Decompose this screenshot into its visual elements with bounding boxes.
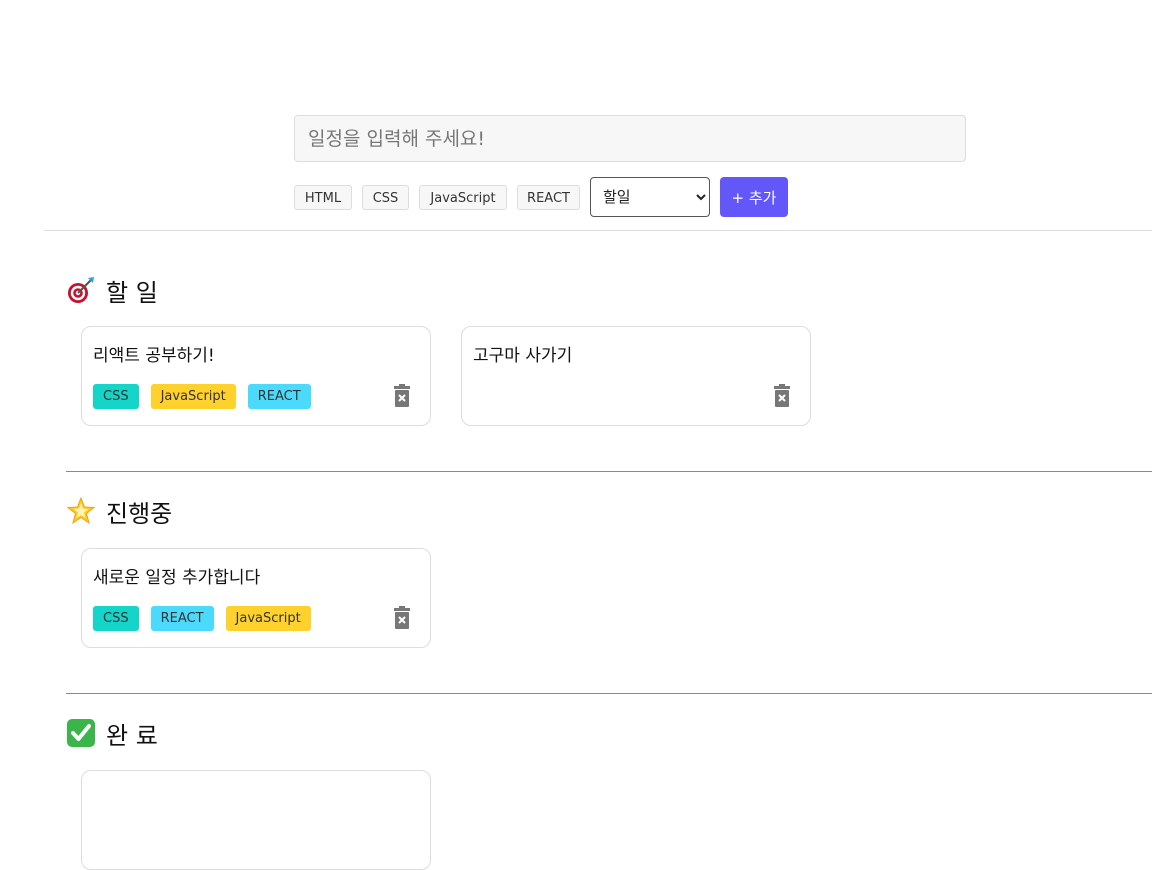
star-icon xyxy=(66,496,96,526)
add-button[interactable]: + 추가 xyxy=(720,177,788,217)
tag-react: REACT xyxy=(150,606,214,631)
tag-css: CSS xyxy=(93,384,139,409)
trash-icon xyxy=(774,384,790,407)
column-divider xyxy=(66,471,1152,472)
column-title: 완 료 xyxy=(106,721,158,750)
tag-button-html[interactable]: HTML xyxy=(294,185,352,210)
tag-button-css[interactable]: CSS xyxy=(362,185,409,210)
task-title: 리액트 공부하기! xyxy=(93,346,215,366)
status-select[interactable]: 할일 xyxy=(590,177,710,217)
delete-button[interactable] xyxy=(391,606,413,631)
tag-javascript: JavaScript xyxy=(225,606,311,631)
delete-button[interactable] xyxy=(391,384,413,409)
tag-react: REACT xyxy=(247,384,311,409)
column-title: 할 일 xyxy=(106,278,158,307)
task-card[interactable]: 고구마 사가기 xyxy=(461,326,811,426)
form-divider xyxy=(44,230,1152,231)
task-card[interactable]: 새로운 일정 추가합니다 CSS REACT JavaScript xyxy=(81,548,431,648)
task-title: 고구마 사가기 xyxy=(473,346,573,366)
trash-icon xyxy=(394,384,410,407)
task-input[interactable] xyxy=(294,115,966,162)
column-header: 완 료 xyxy=(66,706,158,760)
delete-button[interactable] xyxy=(771,384,793,409)
task-controls: HTML CSS JavaScript REACT 할일 + 추가 xyxy=(294,177,966,217)
tag-javascript: JavaScript xyxy=(150,384,236,409)
task-title: 새로운 일정 추가합니다 xyxy=(93,568,261,588)
check-icon xyxy=(66,718,96,748)
column-header: 할 일 xyxy=(66,263,158,317)
task-form: HTML CSS JavaScript REACT 할일 + 추가 xyxy=(294,115,966,217)
task-card[interactable] xyxy=(81,770,431,870)
task-tags: CSS JavaScript REACT xyxy=(93,384,311,409)
tag-css: CSS xyxy=(93,606,139,631)
target-icon xyxy=(66,275,96,305)
trash-icon xyxy=(394,606,410,629)
tag-button-react[interactable]: REACT xyxy=(517,185,580,210)
column-title: 진행중 xyxy=(106,499,173,528)
tag-button-javascript[interactable]: JavaScript xyxy=(419,185,507,210)
column-header: 진행중 xyxy=(66,484,172,538)
task-card[interactable]: 리액트 공부하기! CSS JavaScript REACT xyxy=(81,326,431,426)
task-tags: CSS REACT JavaScript xyxy=(93,606,311,631)
column-divider xyxy=(66,693,1152,694)
